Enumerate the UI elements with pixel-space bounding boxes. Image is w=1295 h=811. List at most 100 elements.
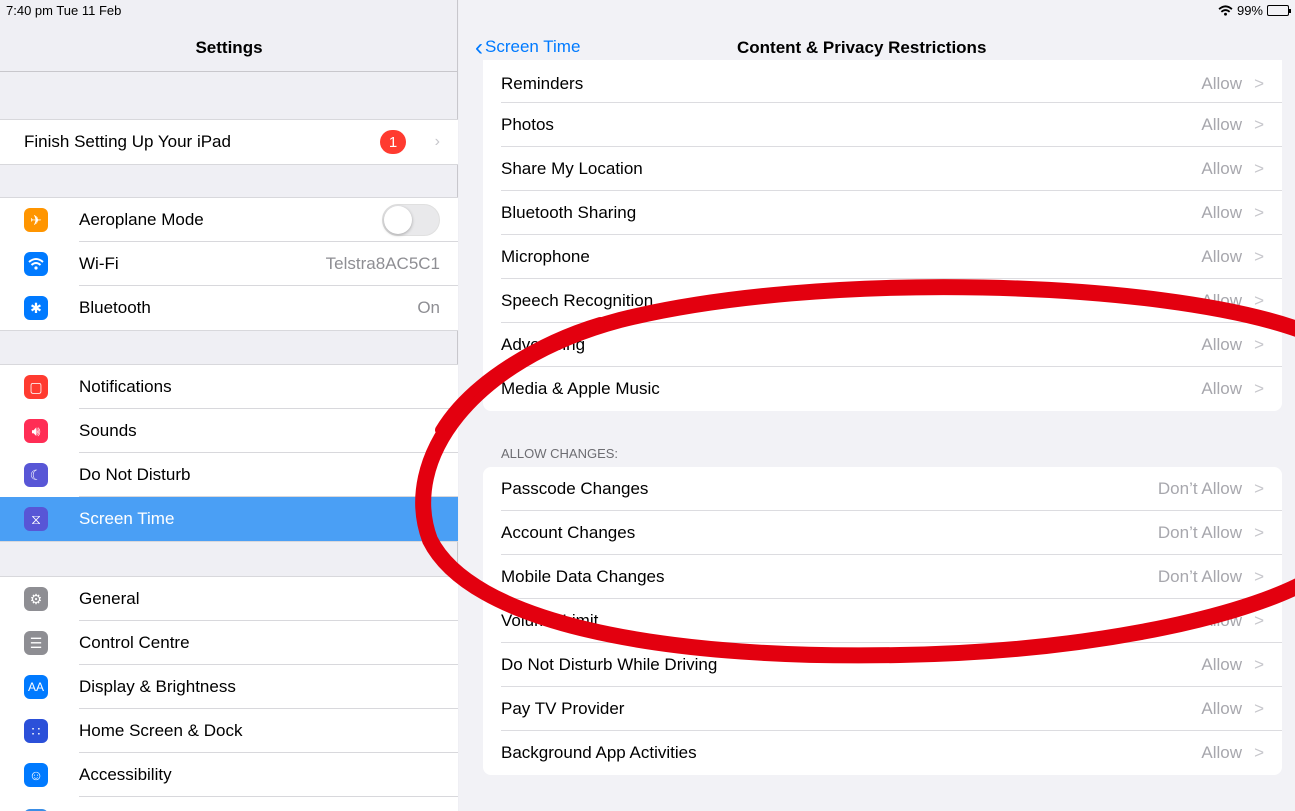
chevron-right-icon: > [1254,611,1264,630]
row-label: Volume Limit [501,611,599,630]
chevron-right-icon: > [1254,115,1264,134]
finish-setup-label: Finish Setting Up Your iPad [24,132,231,151]
sidebar-item-label: Wi-Fi [79,254,119,273]
sidebar-item-home-screen-dock[interactable]: ∷ Home Screen & Dock [0,709,458,753]
connectivity-group: ✈ Aeroplane Mode Wi-Fi Telstra8AC5C1 ✱ B… [0,197,458,331]
bluetooth-icon: ✱ [24,296,48,320]
wifi-icon [1218,5,1233,16]
row-value: Allow [1201,203,1242,222]
privacy-row-photos[interactable]: Photos Allow > [483,103,1282,147]
allow-changes-group: Passcode Changes Don’t Allow > Account C… [483,467,1282,775]
change-row-background-app-activities[interactable]: Background App Activities Allow > [483,731,1282,775]
sidebar-item-label: Accessibility [79,765,172,784]
row-label: Bluetooth Sharing [501,203,637,222]
sidebar-item-label: Do Not Disturb [79,465,191,484]
sidebar-item-do-not-disturb[interactable]: ☾ Do Not Disturb [0,453,458,497]
chevron-right-icon: > [1254,567,1264,586]
row-value: Allow [1201,611,1242,630]
back-button[interactable]: ‹ Screen Time [475,33,581,61]
row-label: Microphone [501,247,590,266]
row-label: Do Not Disturb While Driving [501,655,718,674]
row-label: Pay TV Provider [501,699,625,718]
back-button-label: Screen Time [485,37,581,56]
sidebar-item-label: Control Centre [79,633,190,652]
row-value: Allow [1201,159,1242,178]
sidebar-item-label: Sounds [79,421,137,440]
sidebar-item-accessibility[interactable]: ☺ Accessibility [0,753,458,797]
row-label: Photos [501,115,554,134]
finish-setup-group: Finish Setting Up Your iPad 1 › [0,119,458,165]
privacy-row-share-my-location[interactable]: Share My Location Allow > [483,147,1282,191]
row-label: Advertising [501,335,586,354]
status-bar: 7:40 pm Tue 11 Feb 99% [0,0,1295,22]
sidebar-item-label: General [79,589,140,608]
sidebar-header-divider [0,71,458,72]
chevron-right-icon: > [1254,247,1264,266]
chevron-right-icon: > [1254,159,1264,178]
row-value: Allow [1201,291,1242,310]
notifications-icon: ▢ [24,375,48,399]
row-value: Allow [1201,247,1242,266]
notification-badge: 1 [380,130,406,154]
privacy-group: Reminders Allow > Photos Allow > Share M… [483,60,1282,411]
chevron-right-icon: > [1254,479,1264,498]
sidebar-item-bluetooth[interactable]: ✱ Bluetooth On [0,286,458,330]
settings-sidebar: Settings Finish Setting Up Your iPad 1 ›… [0,0,458,811]
sidebar-item-label: Bluetooth [79,298,151,317]
sidebar-item-label: Display & Brightness [79,677,236,696]
sidebar-item-aeroplane-mode[interactable]: ✈ Aeroplane Mode [0,198,458,242]
chevron-right-icon: > [1254,291,1264,310]
chevron-right-icon: > [1254,203,1264,222]
change-row-pay-tv-provider[interactable]: Pay TV Provider Allow > [483,687,1282,731]
status-right: 99% [1218,3,1291,18]
row-label: Share My Location [501,159,643,178]
finish-setup-row[interactable]: Finish Setting Up Your iPad 1 › [0,120,458,164]
chevron-right-icon: > [1254,74,1264,93]
status-time: 7:40 pm Tue 11 Feb [6,3,122,18]
row-label: Background App Activities [501,743,697,762]
sidebar-title: Settings [195,38,263,57]
privacy-row-microphone[interactable]: Microphone Allow > [483,235,1282,279]
sidebar-item-notifications[interactable]: ▢ Notifications [0,365,458,409]
row-value: Allow [1201,379,1242,398]
privacy-row-reminders[interactable]: Reminders Allow > [483,60,1282,103]
privacy-row-advertising[interactable]: Advertising Allow > [483,323,1282,367]
section-header-allow-changes: ALLOW CHANGES: [501,446,619,461]
chevron-right-icon: > [1254,379,1264,398]
row-label: Speech Recognition [501,291,654,310]
row-label: Mobile Data Changes [501,567,665,586]
chevron-left-icon: ‹ [475,33,483,61]
row-value: Allow [1201,743,1242,762]
change-row-account[interactable]: Account Changes Don’t Allow > [483,511,1282,555]
change-row-volume-limit[interactable]: Volume Limit Allow > [483,599,1282,643]
sidebar-item-label: Screen Time [79,509,175,528]
sidebar-item-label: Notifications [79,377,172,396]
general-group: ⚙ General ☰ Control Centre AA Display & … [0,576,458,811]
sidebar-item-display-brightness[interactable]: AA Display & Brightness [0,665,458,709]
chevron-right-icon: > [1254,655,1264,674]
privacy-row-speech-recognition[interactable]: Speech Recognition Allow > [483,279,1282,323]
sidebar-item-partial[interactable] [0,797,458,811]
sidebar-item-control-centre[interactable]: ☰ Control Centre [0,621,458,665]
sidebar-item-sounds[interactable]: 🔊︎ Sounds [0,409,458,453]
chevron-right-icon: > [1254,523,1264,542]
aeroplane-mode-toggle[interactable] [382,204,440,236]
change-row-passcode[interactable]: Passcode Changes Don’t Allow > [483,467,1282,511]
change-row-mobile-data[interactable]: Mobile Data Changes Don’t Allow > [483,555,1282,599]
sidebar-item-screen-time[interactable]: ⧖ Screen Time [0,497,458,541]
change-row-dnd-while-driving[interactable]: Do Not Disturb While Driving Allow > [483,643,1282,687]
privacy-row-media-apple-music[interactable]: Media & Apple Music Allow > [483,367,1282,411]
privacy-row-bluetooth-sharing[interactable]: Bluetooth Sharing Allow > [483,191,1282,235]
switches-icon: ☰ [24,631,48,655]
page-title: Content & Privacy Restrictions [737,38,987,57]
sidebar-item-label: Aeroplane Mode [79,210,204,229]
row-value: Allow [1201,655,1242,674]
sidebar-item-wifi[interactable]: Wi-Fi Telstra8AC5C1 [0,242,458,286]
row-value: Don’t Allow [1157,523,1242,542]
wifi-network-name: Telstra8AC5C1 [325,254,440,273]
aa-icon: AA [24,675,48,699]
chevron-right-icon: > [1254,743,1264,762]
toggle-knob [384,206,412,234]
airplane-icon: ✈ [24,208,48,232]
sidebar-item-general[interactable]: ⚙ General [0,577,458,621]
